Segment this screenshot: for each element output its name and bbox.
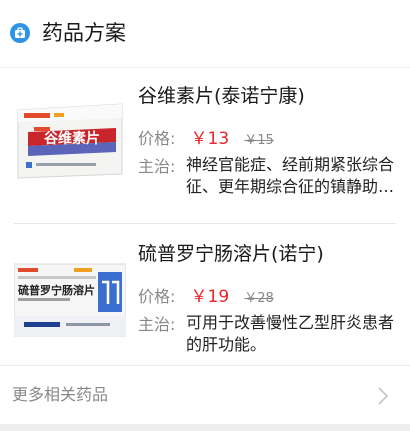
drug-package-image: 硫普罗宁肠溶片 (14, 238, 126, 344)
indication-text: 可用于改善慢性乙型肝炎患者的肝功能。 (186, 313, 395, 354)
drug-item[interactable]: 硫普罗宁肠溶片 硫普罗宁肠溶片(诺宁) 价格: ￥19 ￥28 主治: 可用于改… (0, 222, 410, 372)
card-header: 药品方案 (0, 0, 410, 68)
current-price: ￥19 (190, 287, 230, 307)
drug-package-title: 谷维素片 (44, 130, 100, 147)
drug-item[interactable]: 谷维素片 谷维素片(泰诺宁康) 价格: ￥13 ￥15 主治: 神经官能症、经前… (0, 68, 410, 218)
section-title: 药品方案 (42, 21, 126, 45)
price-row: 价格: ￥19 ￥28 (138, 284, 274, 310)
drug-package-image: 谷维素片 (14, 78, 126, 184)
current-price: ￥13 (190, 129, 230, 149)
original-price: ￥15 (244, 133, 274, 148)
chevron-right-icon (378, 387, 389, 405)
drug-plan-card: 药品方案 谷维素片 谷维素片(泰诺宁康) 价格: ￥13 ￥15 主治: 神经官… (0, 0, 410, 424)
indication-label: 主治: (138, 315, 176, 334)
drug-package-title: 硫普罗宁肠溶片 (18, 283, 95, 297)
drug-name: 硫普罗宁肠溶片(诺宁) (138, 243, 324, 265)
price-label: 价格: (138, 129, 176, 148)
drug-name: 谷维素片(泰诺宁康) (138, 85, 305, 107)
more-related-drugs-link[interactable]: 更多相关药品 (0, 365, 410, 424)
more-related-drugs-label: 更多相关药品 (12, 385, 109, 404)
indication-text: 神经官能症、经前期紧张综合征、更年期综合征的镇静助眠。 (186, 155, 395, 196)
price-row: 价格: ￥13 ￥15 (138, 126, 274, 152)
original-price: ￥28 (244, 291, 274, 306)
price-label: 价格: (138, 287, 176, 306)
medicine-kit-icon (10, 23, 30, 43)
indication-label: 主治: (138, 157, 176, 176)
